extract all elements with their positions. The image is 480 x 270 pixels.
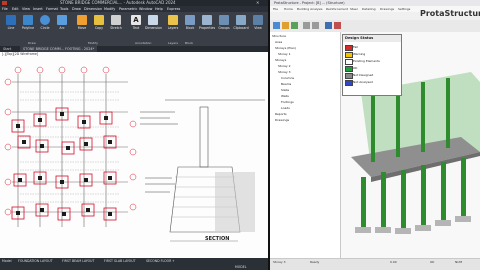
- tree-item-drawings[interactable]: Drawings: [275, 118, 289, 122]
- status-num: NUM: [455, 260, 463, 264]
- layers-button[interactable]: Layers: [165, 15, 181, 30]
- block-button[interactable]: Block: [182, 15, 198, 30]
- groups-button[interactable]: Groups: [216, 15, 232, 30]
- autocad-logo-icon: [2, 1, 7, 5]
- viewport-label[interactable]: [-][Top][2D Wireframe]: [2, 52, 38, 56]
- autocad-status-bar: Model FOUNDATION LAYOUT FIRST BEAM LAYOU…: [0, 258, 268, 270]
- status-coord: 0.00: [390, 260, 397, 264]
- tree-item-axes[interactable]: Axes: [275, 40, 282, 44]
- layout-tab-first-beam[interactable]: FIRST BEAM LAYOUT: [62, 258, 94, 264]
- legend-warning: Warning: [345, 51, 399, 58]
- text-icon: A: [131, 15, 141, 25]
- dimension-button[interactable]: Dimension: [145, 15, 162, 30]
- dimension-icon: [148, 15, 158, 25]
- legend-fail: Fail: [345, 44, 399, 51]
- utilities-button[interactable]: Clipboard: [233, 15, 249, 30]
- prota-status-bar: Storey 3 Ready 0.00 OK NUM: [270, 258, 480, 270]
- tree-item-columns[interactable]: Columns: [281, 76, 294, 80]
- properties-icon: [202, 15, 212, 25]
- arc-button[interactable]: Arc: [54, 15, 70, 30]
- polyline-icon: [23, 15, 33, 25]
- redo-icon[interactable]: [312, 22, 319, 29]
- tree-item-storey-2[interactable]: Storey 2: [278, 64, 291, 68]
- tree-item-loads[interactable]: Loads: [281, 106, 290, 110]
- prota-menu-steel[interactable]: Steel: [350, 6, 358, 12]
- tree-item-beams[interactable]: Beams: [281, 82, 291, 86]
- legend-ok: OK: [345, 65, 399, 72]
- foundation-drawing: [4, 66, 265, 242]
- layout-tab-first-slab[interactable]: FIRST SLAB LAYOUT: [104, 258, 136, 264]
- status-ok: OK: [430, 260, 435, 264]
- undo-icon[interactable]: [303, 22, 310, 29]
- prota-menu-home[interactable]: Home: [284, 6, 293, 12]
- legend-existing: Existing Elements: [345, 58, 399, 65]
- tree-item-slabs[interactable]: Slabs: [281, 88, 289, 92]
- layers-icon: [168, 15, 178, 25]
- prota-menu-drawings[interactable]: Drawings: [380, 6, 394, 12]
- status-storey: Storey 3: [273, 260, 286, 264]
- tree-item-structure[interactable]: Structure: [272, 34, 286, 38]
- stretch-button[interactable]: Stretch: [108, 15, 124, 30]
- tree-item-walls[interactable]: Walls: [281, 94, 289, 98]
- groups-icon: [219, 15, 229, 25]
- legend-swatch: [345, 80, 353, 86]
- utilities-icon: [236, 15, 246, 25]
- view-icon: [253, 15, 263, 25]
- autocad-window: STONE BRIDGE COMMERCIAL... - Autodesk Au…: [0, 0, 268, 270]
- prota-menu-file[interactable]: File: [273, 6, 278, 12]
- tree-item-storeys-plan[interactable]: Storeys (Plan): [275, 46, 296, 50]
- legend-not-analysed: Not Analysed: [345, 79, 399, 86]
- legend-not-designed: Not Designed: [345, 72, 399, 79]
- drawing-viewport[interactable]: [0, 52, 268, 258]
- autocad-ribbon: Line Polyline Circle Arc Move Copy Stret…: [0, 12, 268, 46]
- properties-button[interactable]: Properties: [199, 15, 215, 30]
- line-icon: [6, 15, 16, 25]
- circle-icon: [40, 15, 50, 25]
- prota-window: ProtaStructure - Project: [B] ... (Struc…: [270, 0, 480, 270]
- design-icon[interactable]: [334, 22, 341, 29]
- copy-icon: [94, 15, 104, 25]
- save-icon[interactable]: [291, 22, 298, 29]
- tree-item-storey-1[interactable]: Storey 1: [278, 52, 291, 56]
- prota-menu-reinforcement[interactable]: Reinforcement: [326, 6, 348, 12]
- copy-button[interactable]: Copy: [91, 15, 107, 30]
- stretch-icon: [111, 15, 121, 25]
- structure-tree: Structure Axes Storeys (Plan) Storey 1 S…: [270, 32, 341, 258]
- polyline-button[interactable]: Polyline: [20, 15, 36, 30]
- layout-tab-foundation[interactable]: FOUNDATION LAYOUT: [18, 258, 53, 264]
- prota-menu-detailing[interactable]: Detailing: [362, 6, 375, 12]
- tree-item-storeys[interactable]: Storeys: [275, 58, 286, 62]
- design-status-title: Design Status: [343, 35, 401, 42]
- tree-item-storey-3[interactable]: Storey 3: [278, 70, 291, 74]
- move-button[interactable]: Move: [74, 15, 90, 30]
- layout-tab-second-floor[interactable]: SECOND FLOOR: [146, 258, 171, 264]
- status-ready: Ready: [310, 260, 320, 264]
- analysis-icon[interactable]: [325, 22, 332, 29]
- circle-button[interactable]: Circle: [37, 15, 53, 30]
- prota-menu-analysis[interactable]: Building Analysis: [297, 6, 322, 12]
- prota-logo: ProtaStructure: [420, 9, 480, 18]
- layout-tab-model[interactable]: Model: [2, 258, 12, 264]
- new-icon[interactable]: [273, 22, 280, 29]
- text-button[interactable]: A Text: [128, 15, 144, 30]
- model-status[interactable]: MODEL: [235, 264, 247, 270]
- design-status-panel: Design Status Fail Warning Existing Elem…: [342, 34, 402, 96]
- move-icon: [77, 15, 87, 25]
- tree-item-reports[interactable]: Reports: [275, 112, 287, 116]
- prota-menu-settings[interactable]: Settings: [398, 6, 410, 12]
- section-label: SECTION: [205, 236, 230, 242]
- arc-icon: [57, 15, 67, 25]
- block-icon: [185, 15, 195, 25]
- line-button[interactable]: Line: [3, 15, 19, 30]
- open-icon[interactable]: [282, 22, 289, 29]
- view-button[interactable]: View: [250, 15, 266, 30]
- tree-item-footings[interactable]: Footings: [281, 100, 294, 104]
- add-layout-button[interactable]: +: [172, 258, 175, 264]
